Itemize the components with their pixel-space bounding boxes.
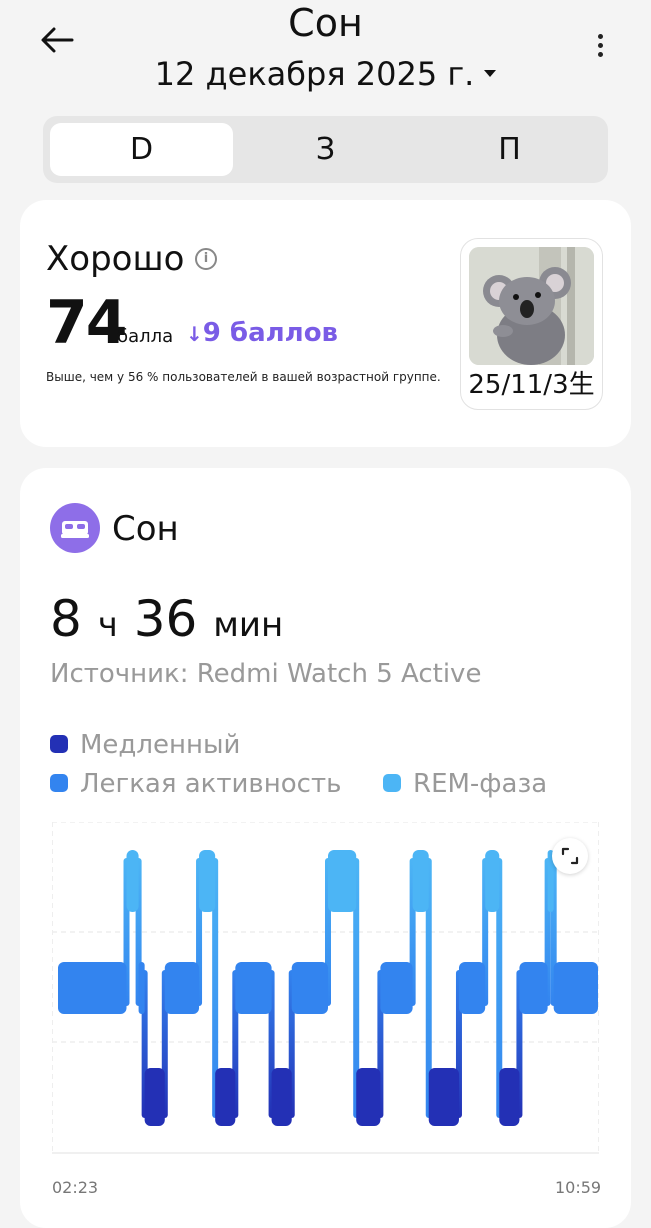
legend-label: REM-фаза — [413, 769, 548, 799]
sleep-stage-bar — [458, 962, 486, 1014]
sleep-stage-bar — [164, 962, 200, 1014]
legend-swatch — [50, 773, 68, 792]
duration-minutes-unit: мин — [213, 605, 284, 645]
sleep-stage-bar — [199, 850, 216, 912]
sleep-stage-bar — [126, 850, 139, 912]
sleep-stage-bar — [271, 1068, 292, 1126]
legend-item-deep: Медленный — [50, 727, 240, 763]
sleep-stage-bar — [144, 1068, 165, 1126]
score-comparison: Выше, чем у 56 % пользователей в вашей в… — [46, 370, 441, 384]
sleep-stage-bar — [356, 1068, 381, 1126]
score-unit: балла — [117, 326, 174, 347]
sleep-stage-bar — [138, 962, 145, 1014]
sleep-stages-chart — [52, 822, 599, 1154]
legend-label: Медленный — [80, 730, 241, 760]
expand-icon — [561, 847, 579, 865]
sleep-stage-bar — [215, 1068, 236, 1126]
score-delta-value: 9 баллов — [202, 318, 339, 348]
chart-end-time: 10:59 — [555, 1178, 602, 1197]
score-rating: Хорошо — [46, 239, 185, 279]
bed-icon — [50, 503, 100, 553]
info-icon[interactable]: i — [195, 248, 217, 270]
more-dot-icon — [597, 43, 603, 48]
legend-label: Легкая активность — [80, 769, 342, 799]
period-tabs: D З П — [43, 116, 608, 183]
expand-chart-button[interactable] — [552, 838, 588, 874]
sleep-stage-bar — [291, 962, 328, 1014]
chart-start-time: 02:23 — [52, 1178, 99, 1197]
sleep-stage-bar — [58, 962, 127, 1014]
sleep-stage-bar — [553, 962, 598, 1014]
duration-hours: 8 — [50, 590, 82, 648]
legend-item-rem: REM-фаза — [383, 766, 547, 802]
legend-item-light: Легкая активность — [50, 766, 341, 802]
sleep-stage-bar — [428, 1068, 459, 1126]
sleep-stage-bar — [328, 850, 357, 912]
sleep-stage-bar — [412, 850, 429, 912]
sleep-badge[interactable]: 25/11/3生 — [460, 238, 603, 410]
tab-month[interactable]: П — [418, 123, 601, 176]
legend-swatch — [383, 773, 401, 792]
sleep-section-title: Сон — [112, 509, 179, 549]
score-value: 74 — [46, 288, 127, 358]
sleep-stage-bar — [380, 962, 413, 1014]
badge-caption: 25/11/3生 — [468, 370, 595, 400]
sleep-stage-bar — [485, 850, 500, 912]
tab-week[interactable]: З — [234, 123, 417, 176]
date-selector[interactable]: 12 декабря 2025 г. — [0, 52, 651, 96]
duration-minutes: 36 — [133, 590, 198, 648]
more-dot-icon — [597, 52, 603, 57]
legend-swatch — [50, 734, 68, 753]
data-source: Источник: Redmi Watch 5 Active — [50, 659, 482, 689]
sleep-stage-bar — [235, 962, 272, 1014]
sleep-stage-bar — [519, 962, 548, 1014]
date-label: 12 декабря 2025 г. — [154, 55, 475, 93]
tab-day[interactable]: D — [50, 123, 233, 176]
sleep-stage-bar — [499, 1068, 520, 1126]
score-delta: ↓9 баллов — [186, 315, 338, 352]
caret-down-icon — [484, 69, 497, 77]
arrow-down-icon: ↓ — [186, 322, 203, 346]
sleep-duration: 8 ч 36 мин — [50, 588, 283, 656]
more-dot-icon — [597, 34, 603, 39]
more-options-button[interactable] — [586, 30, 614, 64]
page-title: Сон — [288, 1, 363, 45]
duration-hours-unit: ч — [97, 605, 118, 645]
koala-image — [469, 247, 594, 365]
